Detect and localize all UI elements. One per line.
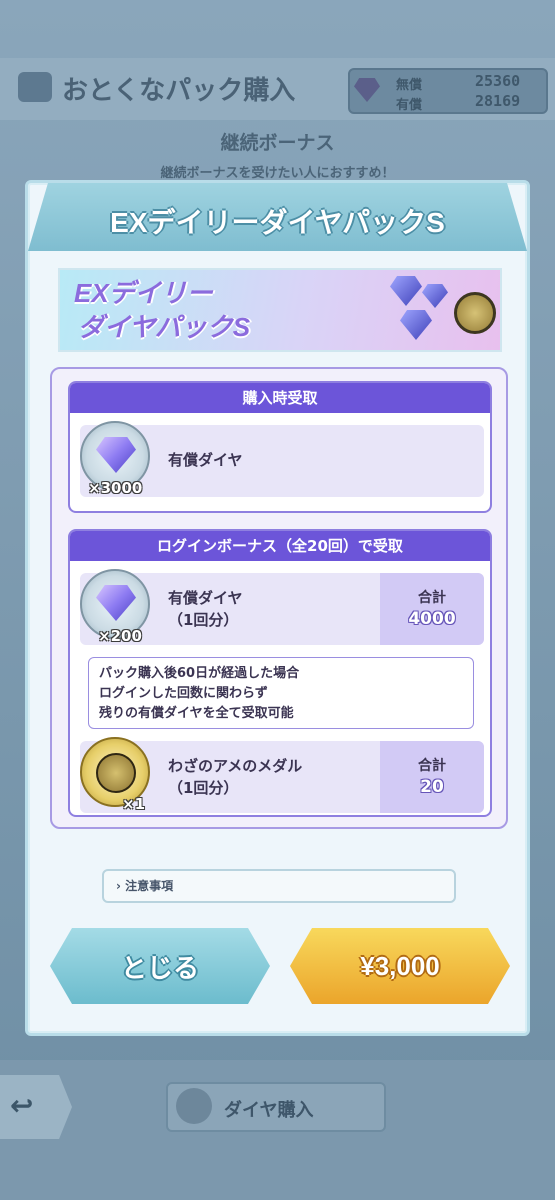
login-section-header: ログインボーナス（全20回）で受取 [70, 531, 490, 561]
item-quantity: ×3000 [88, 479, 143, 497]
close-button[interactable]: とじる [50, 928, 270, 1004]
banner-title: EXデイリー ダイヤパックS [74, 276, 250, 344]
diamond-icon [96, 437, 136, 473]
background-title: おとくなパック購入 [62, 76, 296, 106]
background-section-title: 継続ボーナス [220, 132, 335, 154]
note-line: ログインした回数に関わらず [99, 686, 268, 701]
total-value: 20 [420, 777, 444, 797]
item-name: 有償ダイヤ [168, 451, 243, 469]
note-line: 残りの有償ダイヤを全て受取可能 [99, 706, 294, 721]
item-total: 合計 20 [380, 741, 484, 813]
free-diamond-label: 無償 [396, 78, 423, 93]
item-total: 合計 4000 [380, 573, 484, 645]
note-line: パック購入後60日が経過した場合 [99, 666, 300, 681]
background-section-subtitle: 継続ボーナスを受けたい人におすすめ！ [160, 166, 395, 181]
item-name-line1: わざのアメのメダル [168, 757, 303, 775]
medal-icon [454, 292, 496, 334]
caution-button[interactable]: › 注意事項 [102, 869, 456, 903]
paid-diamond-label: 有償 [396, 98, 423, 113]
purchase-section-header: 購入時受取 [70, 383, 490, 413]
item-name: 有償ダイヤ （1回分） [168, 587, 243, 631]
back-button[interactable]: ↩ [0, 1075, 72, 1139]
item-name: わざのアメのメダル （1回分） [168, 755, 302, 799]
back-arrow-icon: ↩ [10, 1089, 34, 1122]
caution-label: 注意事項 [125, 879, 174, 893]
banner-title-line1: EXデイリー [74, 278, 213, 308]
total-label: 合計 [418, 758, 446, 774]
diamond-icon [400, 310, 432, 340]
medal-icon [96, 753, 136, 793]
list-item: ×200 有償ダイヤ （1回分） 合計 4000 [80, 569, 484, 645]
banner-title-line2: ダイヤパックS [78, 312, 251, 342]
chevron-right-icon: › [116, 879, 121, 893]
item-name-line1: 有償ダイヤ [168, 589, 243, 607]
total-label: 合計 [418, 590, 446, 606]
shop-icon [18, 72, 52, 102]
purchase-reward-section: 購入時受取 ×3000 有償ダイヤ [68, 381, 492, 513]
paid-diamond-value: 28169 [475, 92, 521, 110]
diamond-icon [96, 585, 136, 621]
item-quantity: ×1 [122, 795, 146, 813]
list-item: ×1 わざのアメのメダル （1回分） 合計 20 [80, 737, 484, 813]
diamond-icon [176, 1088, 212, 1124]
item-quantity: ×200 [98, 627, 142, 645]
pack-banner: EXデイリー ダイヤパックS [58, 268, 502, 352]
login-bonus-section: ログインボーナス（全20回）で受取 ×200 有償ダイヤ （1回分） 合計 40… [68, 529, 492, 817]
free-diamond-value: 25360 [475, 72, 521, 90]
item-name-line2: （1回分） [168, 779, 239, 797]
total-value: 4000 [408, 609, 456, 629]
rewards-panel: 購入時受取 ×3000 有償ダイヤ ログインボーナス（全20回）で受取 ×200… [50, 367, 508, 829]
pack-modal: EXデイリーダイヤパックS EXデイリー ダイヤパックS 購入時受取 ×3000… [25, 180, 530, 1036]
diamond-icon [390, 276, 422, 306]
item-name-line2: （1回分） [168, 611, 239, 629]
purchase-button[interactable]: ¥3,000 [290, 928, 510, 1004]
buy-diamond-label: ダイヤ購入 [224, 1100, 314, 1121]
diamond-icon [422, 284, 448, 308]
info-note: パック購入後60日が経過した場合 ログインした回数に関わらず 残りの有償ダイヤを… [88, 657, 474, 729]
list-item: ×3000 有償ダイヤ [80, 421, 484, 497]
modal-title: EXデイリーダイヤパックS [110, 207, 445, 238]
